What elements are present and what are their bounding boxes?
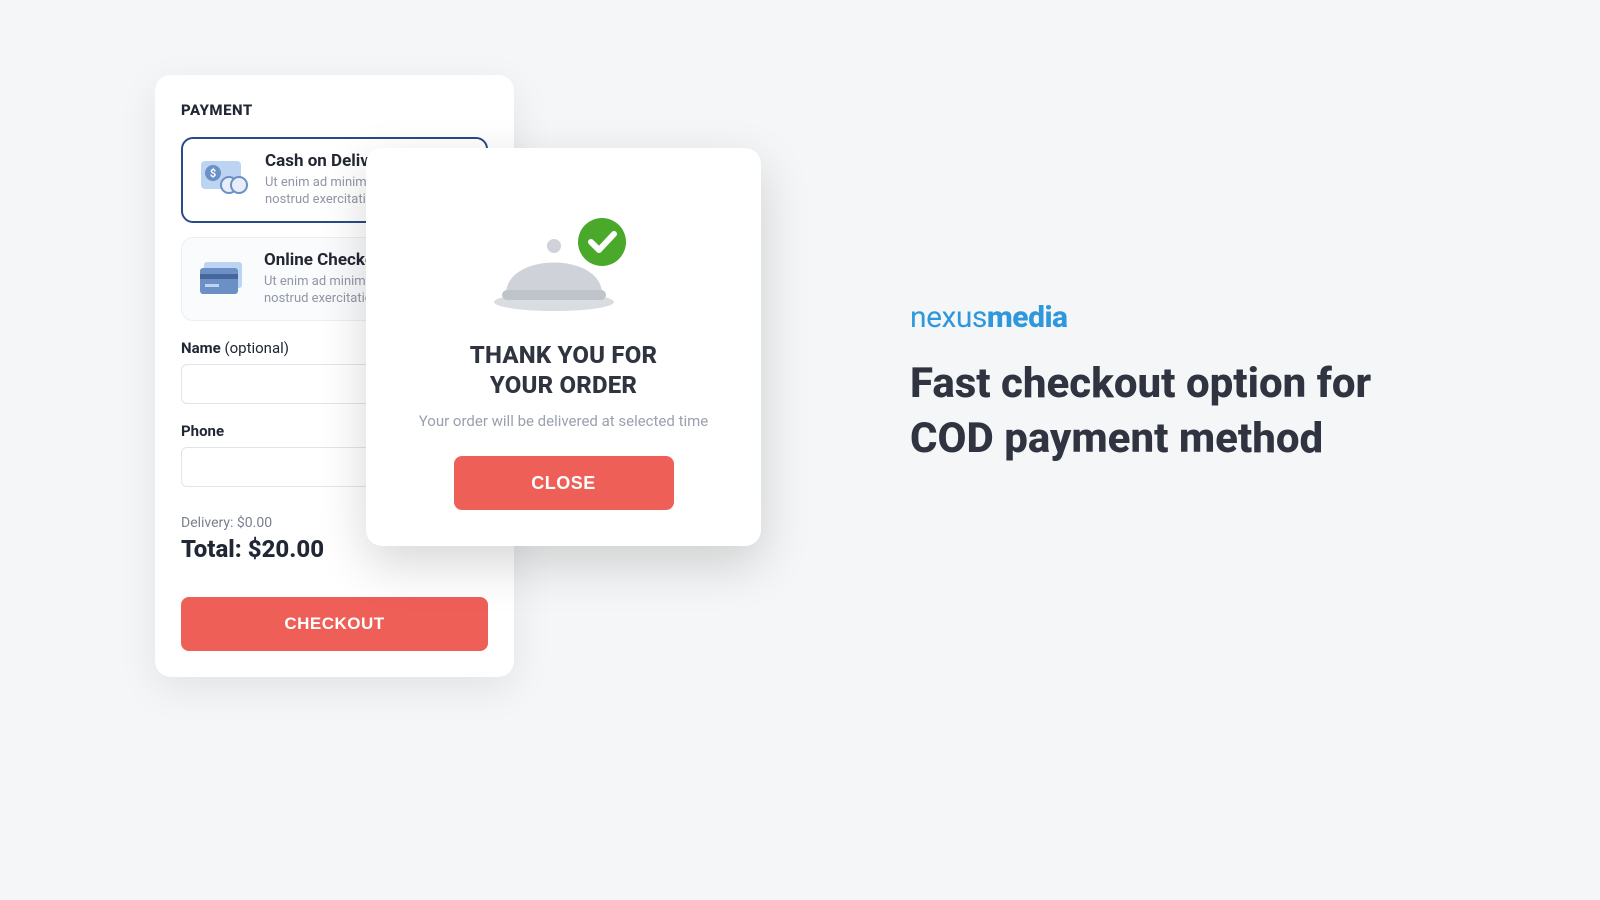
marketing-panel: nexusmedia Fast checkout option for COD … [910, 300, 1390, 466]
close-button[interactable]: CLOSE [454, 456, 674, 510]
card-icon [196, 250, 250, 304]
checkout-button[interactable]: CHECKOUT [181, 597, 488, 651]
payment-heading: PAYMENT [181, 101, 488, 119]
cloche-check-icon [484, 202, 644, 322]
svg-text:$: $ [210, 167, 216, 180]
modal-subtitle: Your order will be delivered at selected… [396, 412, 731, 430]
marketing-headline: Fast checkout option for COD payment met… [910, 357, 1390, 466]
cash-icon: $ [197, 151, 251, 205]
modal-title: THANK YOU FOR YOUR ORDER [396, 340, 731, 400]
brand-logo: nexusmedia [910, 300, 1390, 335]
order-confirmation-modal: THANK YOU FOR YOUR ORDER Your order will… [366, 148, 761, 546]
